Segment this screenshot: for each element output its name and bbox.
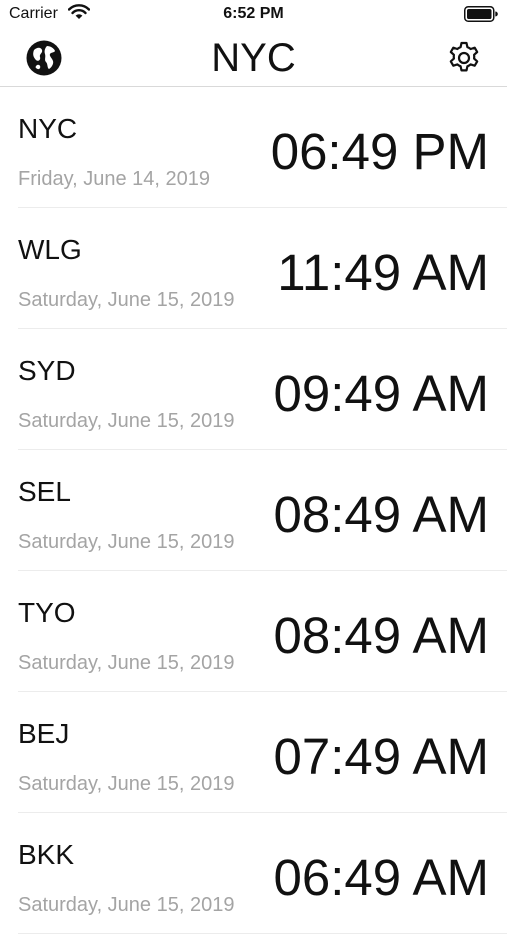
status-time: 6:52 PM	[223, 5, 284, 22]
list-item[interactable]: WLG Saturday, June 15, 2019 11:49 AM	[0, 208, 507, 329]
time-label: 09:49 AM	[273, 365, 489, 422]
date-label: Saturday, June 15, 2019	[18, 410, 235, 432]
time-zone-list: NYC Friday, June 14, 2019 06:49 PM WLG S…	[0, 87, 507, 934]
list-item[interactable]: BKK Saturday, June 15, 2019 06:49 AM	[0, 813, 507, 934]
city-code: SYD	[18, 355, 76, 386]
date-label: Saturday, June 15, 2019	[18, 531, 235, 553]
time-label: 11:49 AM	[277, 244, 489, 301]
list-item[interactable]: BEJ Saturday, June 15, 2019 07:49 AM	[0, 692, 507, 813]
time-label: 08:49 AM	[273, 486, 489, 543]
gear-icon[interactable]	[446, 40, 482, 76]
time-label: 06:49 PM	[270, 123, 489, 180]
city-code: WLG	[18, 234, 82, 265]
navigation-bar: NYC	[0, 30, 507, 87]
city-code: BEJ	[18, 718, 70, 749]
city-code: TYO	[18, 597, 76, 628]
date-label: Saturday, June 15, 2019	[18, 894, 235, 916]
city-code: BKK	[18, 839, 75, 870]
status-bar: Carrier 6:52 PM	[0, 0, 507, 30]
date-label: Saturday, June 15, 2019	[18, 773, 235, 795]
page-title: NYC	[211, 36, 296, 80]
city-code: SEL	[18, 476, 71, 507]
battery-icon	[464, 6, 498, 22]
date-label: Saturday, June 15, 2019	[18, 652, 235, 674]
date-label: Saturday, June 15, 2019	[18, 289, 235, 311]
list-item[interactable]: SEL Saturday, June 15, 2019 08:49 AM	[0, 450, 507, 571]
city-code: NYC	[18, 113, 78, 144]
list-item[interactable]: TYO Saturday, June 15, 2019 08:49 AM	[0, 571, 507, 692]
time-label: 06:49 AM	[273, 849, 489, 906]
list-item[interactable]: NYC Friday, June 14, 2019 06:49 PM	[0, 87, 507, 208]
time-label: 08:49 AM	[273, 607, 489, 664]
date-label: Friday, June 14, 2019	[18, 168, 210, 190]
time-label: 07:49 AM	[273, 728, 489, 785]
list-item[interactable]: SYD Saturday, June 15, 2019 09:49 AM	[0, 329, 507, 450]
